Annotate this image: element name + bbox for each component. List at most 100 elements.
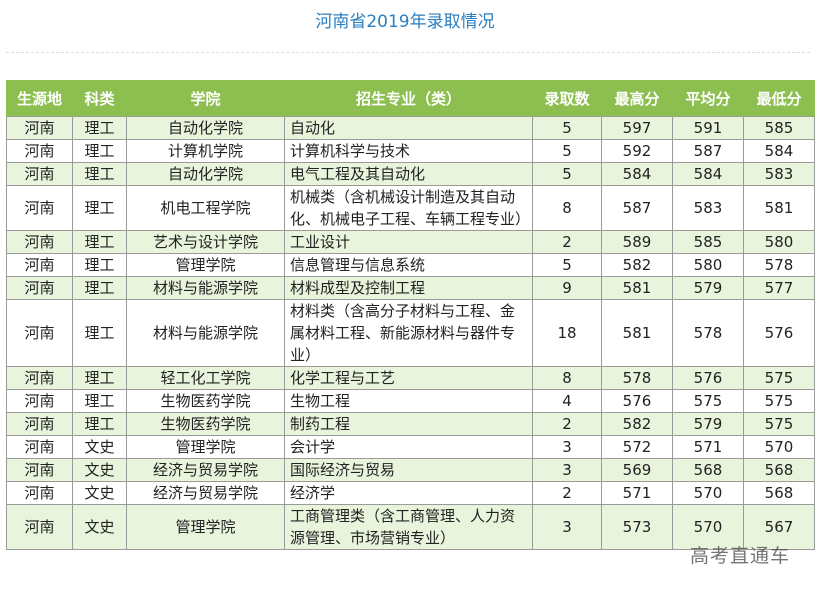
origin-cell: 河南 [6, 504, 73, 550]
college-cell: 机电工程学院 [126, 185, 285, 231]
category-cell: 理工 [72, 276, 127, 300]
min-score-cell: 581 [743, 185, 815, 231]
college-cell: 计算机学院 [126, 139, 285, 163]
table-row: 河南 文史 经济与贸易学院 经济学 2 571 570 568 [6, 481, 815, 505]
table-row: 河南 理工 材料与能源学院 材料成型及控制工程 9 581 579 577 [6, 276, 815, 300]
table-row: 河南 理工 轻工化工学院 化学工程与工艺 8 578 576 575 [6, 366, 815, 390]
min-score-cell: 584 [743, 139, 815, 163]
major-cell: 计算机科学与技术 [284, 139, 533, 163]
min-score-cell: 568 [743, 481, 815, 505]
college-cell: 经济与贸易学院 [126, 458, 285, 482]
origin-cell: 河南 [6, 299, 73, 367]
avg-score-cell: 579 [672, 276, 744, 300]
table-row: 河南 理工 生物医药学院 生物工程 4 576 575 575 [6, 389, 815, 413]
min-score-cell: 575 [743, 412, 815, 436]
category-cell: 理工 [72, 116, 127, 140]
origin-cell: 河南 [6, 366, 73, 390]
avg-score-cell: 587 [672, 139, 744, 163]
origin-cell: 河南 [6, 116, 73, 140]
admitted-cell: 2 [532, 412, 602, 436]
origin-cell: 河南 [6, 481, 73, 505]
category-cell: 理工 [72, 139, 127, 163]
major-cell: 经济学 [284, 481, 533, 505]
major-cell: 化学工程与工艺 [284, 366, 533, 390]
table-row: 河南 理工 管理学院 信息管理与信息系统 5 582 580 578 [6, 253, 815, 277]
table-row: 河南 理工 材料与能源学院 材料类（含高分子材料与工程、金属材料工程、新能源材料与器件… [6, 299, 815, 367]
origin-cell: 河南 [6, 185, 73, 231]
max-score-cell: 572 [601, 435, 673, 459]
admitted-cell: 2 [532, 230, 602, 254]
avg-score-cell: 584 [672, 162, 744, 186]
admitted-cell: 4 [532, 389, 602, 413]
header-max-score: 最高分 [601, 80, 673, 117]
admitted-cell: 3 [532, 435, 602, 459]
min-score-cell: 575 [743, 366, 815, 390]
college-cell: 管理学院 [126, 435, 285, 459]
table-header-row: 生源地 科类 学院 招生专业（类） 录取数 最高分 平均分 最低分 [6, 80, 815, 117]
avg-score-cell: 579 [672, 412, 744, 436]
category-cell: 理工 [72, 389, 127, 413]
min-score-cell: 568 [743, 458, 815, 482]
title-separator [6, 52, 810, 53]
admitted-cell: 5 [532, 116, 602, 140]
avg-score-cell: 591 [672, 116, 744, 140]
avg-score-cell: 570 [672, 481, 744, 505]
category-cell: 文史 [72, 481, 127, 505]
avg-score-cell: 578 [672, 299, 744, 367]
admitted-cell: 8 [532, 185, 602, 231]
avg-score-cell: 576 [672, 366, 744, 390]
category-cell: 理工 [72, 412, 127, 436]
major-cell: 生物工程 [284, 389, 533, 413]
category-cell: 理工 [72, 366, 127, 390]
category-cell: 理工 [72, 299, 127, 367]
table-row: 河南 理工 生物医药学院 制药工程 2 582 579 575 [6, 412, 815, 436]
header-college: 学院 [126, 80, 285, 117]
table-row: 河南 文史 经济与贸易学院 国际经济与贸易 3 569 568 568 [6, 458, 815, 482]
major-cell: 电气工程及其自动化 [284, 162, 533, 186]
admitted-cell: 5 [532, 139, 602, 163]
max-score-cell: 589 [601, 230, 673, 254]
header-origin: 生源地 [6, 80, 73, 117]
major-cell: 工业设计 [284, 230, 533, 254]
college-cell: 管理学院 [126, 504, 285, 550]
origin-cell: 河南 [6, 389, 73, 413]
origin-cell: 河南 [6, 253, 73, 277]
min-score-cell: 578 [743, 253, 815, 277]
major-cell: 材料成型及控制工程 [284, 276, 533, 300]
origin-cell: 河南 [6, 412, 73, 436]
min-score-cell: 583 [743, 162, 815, 186]
page-title: 河南省2019年录取情况 [315, 12, 495, 32]
avg-score-cell: 583 [672, 185, 744, 231]
avg-score-cell: 571 [672, 435, 744, 459]
major-cell: 信息管理与信息系统 [284, 253, 533, 277]
table-row: 河南 理工 机电工程学院 机械类（含机械设计制造及其自动化、机械电子工程、车辆工程专业… [6, 185, 815, 231]
table-row: 河南 理工 自动化学院 自动化 5 597 591 585 [6, 116, 815, 140]
max-score-cell: 582 [601, 253, 673, 277]
avg-score-cell: 575 [672, 389, 744, 413]
major-cell: 制药工程 [284, 412, 533, 436]
avg-score-cell: 580 [672, 253, 744, 277]
max-score-cell: 573 [601, 504, 673, 550]
college-cell: 轻工化工学院 [126, 366, 285, 390]
college-cell: 生物医药学院 [126, 412, 285, 436]
max-score-cell: 587 [601, 185, 673, 231]
min-score-cell: 576 [743, 299, 815, 367]
min-score-cell: 585 [743, 116, 815, 140]
min-score-cell: 570 [743, 435, 815, 459]
admitted-cell: 3 [532, 504, 602, 550]
max-score-cell: 582 [601, 412, 673, 436]
max-score-cell: 581 [601, 276, 673, 300]
college-cell: 自动化学院 [126, 116, 285, 140]
admitted-cell: 5 [532, 253, 602, 277]
max-score-cell: 569 [601, 458, 673, 482]
admitted-cell: 5 [532, 162, 602, 186]
college-cell: 管理学院 [126, 253, 285, 277]
max-score-cell: 581 [601, 299, 673, 367]
table-body: 河南 理工 自动化学院 自动化 5 597 591 585 河南 理工 计算机学院 计算机科学与技术 5… [6, 116, 815, 550]
origin-cell: 河南 [6, 230, 73, 254]
table-row: 河南 理工 艺术与设计学院 工业设计 2 589 585 580 [6, 230, 815, 254]
origin-cell: 河南 [6, 458, 73, 482]
min-score-cell: 575 [743, 389, 815, 413]
category-cell: 文史 [72, 435, 127, 459]
college-cell: 材料与能源学院 [126, 299, 285, 367]
